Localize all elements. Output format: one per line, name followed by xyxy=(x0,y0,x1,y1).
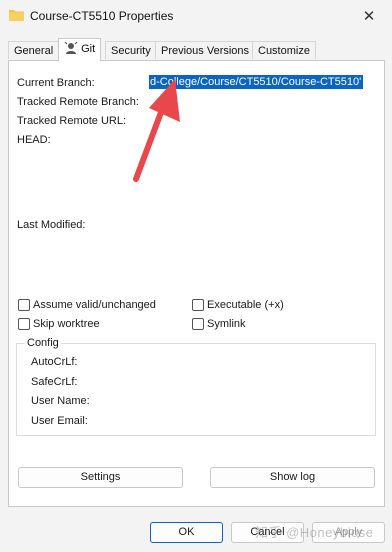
annotation-arrow xyxy=(133,79,180,182)
tab-bar: General Git Security Previous Versions C… xyxy=(8,38,384,61)
git-panel xyxy=(8,60,385,507)
tab-general[interactable]: General xyxy=(8,41,60,59)
assume-valid-label: Assume valid/unchanged xyxy=(33,299,156,311)
tab-customize-label: Customize xyxy=(258,45,310,57)
current-branch-label: Current Branch: xyxy=(17,77,95,89)
executable-checkbox[interactable] xyxy=(192,299,204,311)
tab-previous-versions[interactable]: Previous Versions xyxy=(155,41,256,59)
show-log-button[interactable]: Show log xyxy=(210,467,375,488)
assume-valid-checkbox[interactable] xyxy=(18,299,30,311)
ok-button[interactable]: OK xyxy=(150,522,223,543)
tab-previous-versions-label: Previous Versions xyxy=(161,45,250,57)
safecrlf-label: SafeCrLf: xyxy=(31,376,78,388)
tab-git[interactable]: Git xyxy=(58,38,102,61)
title-bar: Course-CT5510 Properties ✕ xyxy=(0,0,392,32)
skip-worktree-checkbox[interactable] xyxy=(18,318,30,330)
settings-button[interactable]: Settings xyxy=(18,467,183,488)
tab-security-label: Security xyxy=(111,45,151,57)
symlink-label: Symlink xyxy=(207,318,246,330)
git-icon xyxy=(64,41,78,54)
symlink-checkbox[interactable] xyxy=(192,318,204,330)
head-label: HEAD: xyxy=(17,134,51,146)
tab-git-label: Git xyxy=(81,43,96,55)
config-group-title: Config xyxy=(25,337,61,349)
autocrlf-label: AutoCrLf: xyxy=(31,356,78,368)
folder-icon xyxy=(9,10,24,21)
tab-security[interactable]: Security xyxy=(105,41,157,59)
tracked-remote-url-label: Tracked Remote URL: xyxy=(17,115,127,127)
executable-label: Executable (+x) xyxy=(207,299,284,311)
tab-general-label: General xyxy=(14,45,54,57)
last-modified-label: Last Modified: xyxy=(17,219,86,231)
user-email-label: User Email: xyxy=(31,415,88,427)
user-name-label: User Name: xyxy=(31,395,90,407)
skip-worktree-label: Skip worktree xyxy=(33,318,100,330)
window-title: Course-CT5510 Properties xyxy=(30,9,174,23)
tab-customize[interactable]: Customize xyxy=(252,41,316,59)
watermark: 知乎 @Honeybiose xyxy=(255,525,374,540)
close-button[interactable]: ✕ xyxy=(346,0,392,32)
